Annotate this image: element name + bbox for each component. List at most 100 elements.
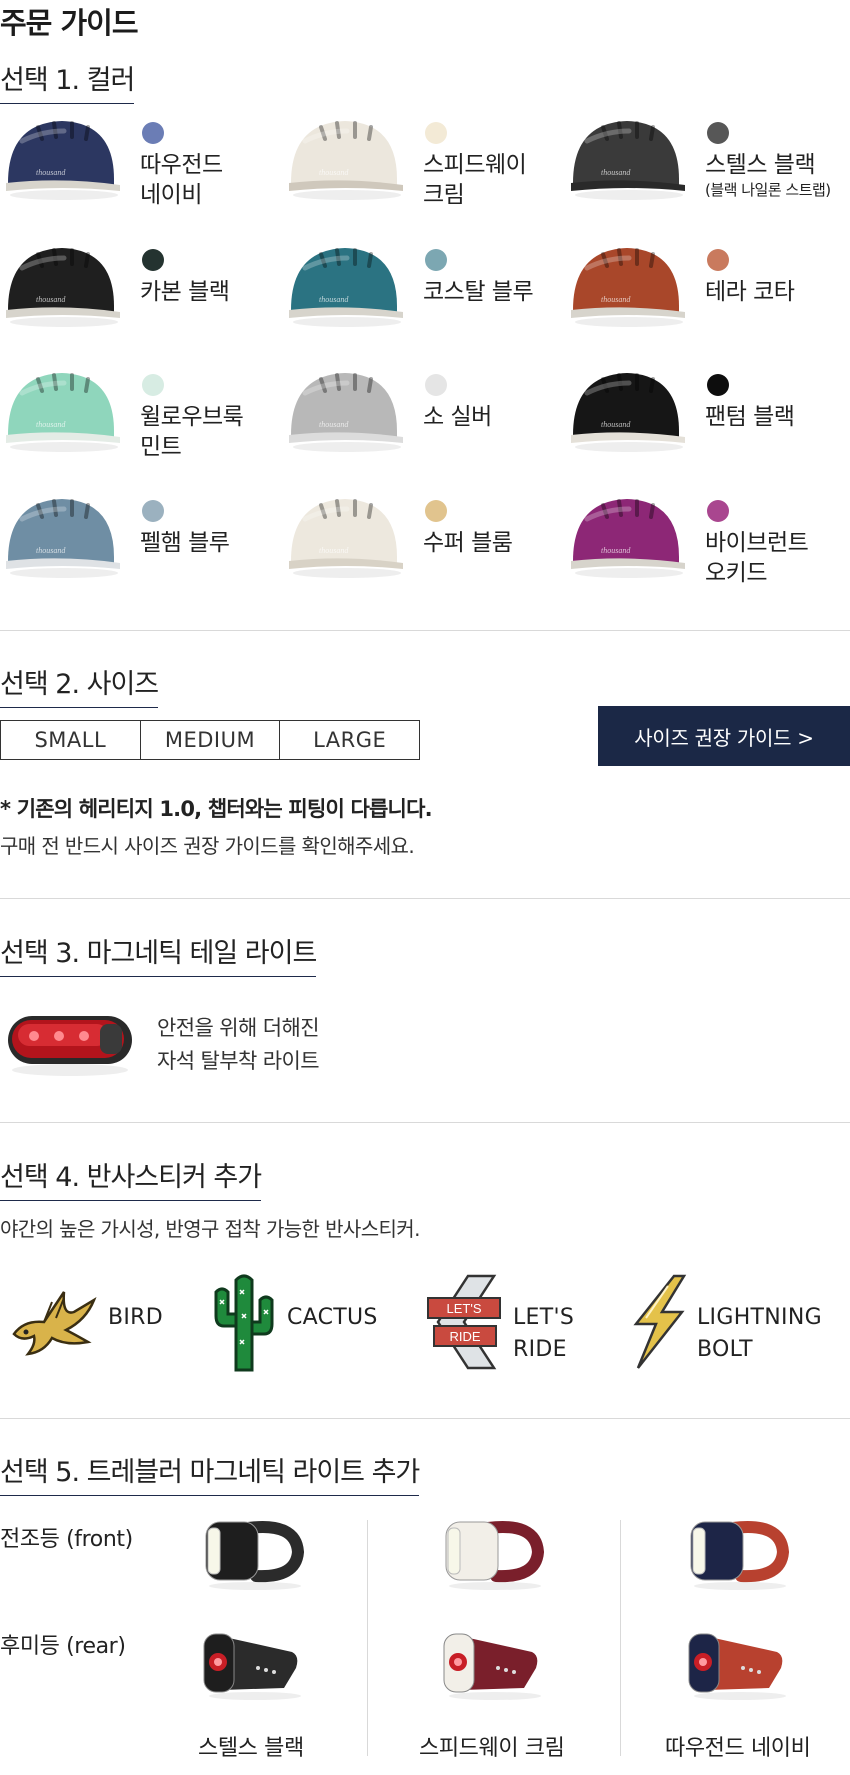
tail-light-image: [8, 1016, 132, 1076]
front-light-image: [440, 1512, 550, 1596]
color-swatch[interactable]: [425, 122, 447, 144]
svg-text:thousand: thousand: [601, 295, 631, 304]
fitting-note-bold: * 기존의 헤리티지 1.0, 챕터와는 피팅이 다릅니다.: [0, 797, 433, 821]
size-guide-button[interactable]: 사이즈 권장 가이드 >: [598, 706, 850, 766]
variant-label-thousand-navy: 따우전드 네이비: [665, 1736, 811, 1761]
helmet-image: thousand: [2, 491, 122, 581]
svg-text:thousand: thousand: [601, 546, 631, 555]
color-name-line-1: 소 실버: [423, 404, 492, 430]
color-swatch[interactable]: [707, 122, 729, 144]
color-name-line-2: 민트: [140, 434, 182, 460]
color-name: 팬텀 블랙: [705, 402, 795, 432]
sticker-label-bird: BIRD: [108, 1305, 164, 1330]
section-2-title: 선택 2. 사이즈: [0, 662, 159, 708]
helmet-image: thousand: [2, 113, 122, 203]
helmet-image: thousand: [567, 113, 687, 203]
lets-ride-text-1: LET'S: [447, 1301, 482, 1316]
color-swatch[interactable]: [707, 249, 729, 271]
section-5-title: 선택 5. 트레블러 마그네틱 라이트 추가: [0, 1450, 420, 1496]
color-name-line-1: 테라 코타: [705, 279, 795, 305]
color-name-line-1: 카본 블랙: [140, 279, 230, 305]
tail-light-desc-2: 자석 탈부착 라이트: [157, 1049, 320, 1073]
rear-light-label: 후미등 (rear): [0, 1634, 126, 1659]
sticker-label-lets-ride: LET'S RIDE: [513, 1305, 575, 1362]
section-1-title: 선택 1. 컬러: [0, 58, 135, 104]
color-name: 수퍼 블룸: [423, 528, 513, 558]
svg-text:thousand: thousand: [319, 546, 349, 555]
color-name-line-2: 크림: [423, 182, 465, 208]
color-name-line-1: 수퍼 블룸: [423, 530, 513, 556]
fitting-note: 구매 전 반드시 사이즈 권장 가이드를 확인해주세요.: [0, 834, 415, 858]
rear-light-image: [440, 1622, 550, 1706]
svg-text:thousand: thousand: [601, 168, 631, 177]
helmet-image: thousand: [2, 365, 122, 455]
tail-light-desc-1: 안전을 위해 더해진: [157, 1016, 320, 1040]
rear-light-image: [685, 1622, 795, 1706]
lightning-bolt-sticker-icon: [633, 1274, 687, 1369]
bird-sticker-icon: [12, 1291, 97, 1356]
lets-ride-sticker-icon: LET'S RIDE: [427, 1274, 501, 1370]
front-light-image: [685, 1512, 795, 1596]
sticker-label-lightning: LIGHTNING BOLT: [697, 1305, 822, 1362]
color-name-line-2: 네이비: [140, 182, 202, 208]
svg-text:thousand: thousand: [36, 546, 66, 555]
color-name-line-1: 스피드웨이: [423, 152, 527, 178]
color-name: 스피드웨이크림: [423, 150, 527, 210]
helmet-image: thousand: [567, 491, 687, 581]
divider: [0, 1122, 850, 1123]
color-swatch[interactable]: [142, 122, 164, 144]
variant-label-stealth-black: 스텔스 블랙: [198, 1736, 304, 1761]
color-name-note: (블랙 나일론 스트랩): [705, 181, 831, 199]
sticker-desc: 야간의 높은 가시성, 반영구 접착 가능한 반사스티커.: [0, 1217, 420, 1241]
color-name: 바이브런트 오키드: [705, 528, 809, 588]
color-name-line-1: 윌로우브룩: [140, 404, 244, 430]
helmet-image: thousand: [567, 365, 687, 455]
color-name: 테라 코타: [705, 277, 795, 307]
color-swatch[interactable]: [425, 500, 447, 522]
helmet-image: thousand: [567, 240, 687, 330]
variant-label-speedway-cream: 스피드웨이 크림: [419, 1736, 565, 1761]
svg-text:thousand: thousand: [36, 420, 66, 429]
helmet-image: thousand: [285, 113, 405, 203]
color-name-line-1: 따우전드: [140, 152, 223, 178]
color-swatch[interactable]: [707, 374, 729, 396]
helmet-image: thousand: [2, 240, 122, 330]
color-name: 스텔스 블랙 (블랙 나일론 스트랩): [705, 150, 831, 200]
color-name: 코스탈 블루: [423, 277, 534, 307]
column-divider: [367, 1520, 368, 1756]
color-name-line-1: 팬텀 블랙: [705, 404, 795, 430]
color-swatch[interactable]: [142, 249, 164, 271]
svg-text:thousand: thousand: [319, 168, 349, 177]
helmet-image: thousand: [285, 491, 405, 581]
section-3-title: 선택 3. 마그네틱 테일 라이트: [0, 931, 317, 977]
lets-ride-text-2: RIDE: [449, 1329, 480, 1344]
section-4-title: 선택 4. 반사스티커 추가: [0, 1155, 262, 1201]
color-swatch[interactable]: [142, 374, 164, 396]
cactus-sticker-icon: [214, 1274, 274, 1372]
color-name-line-1: 스텔스 블랙: [705, 152, 816, 178]
page-title: 주문 가이드: [0, 6, 138, 40]
svg-text:thousand: thousand: [319, 295, 349, 304]
size-option-large[interactable]: LARGE: [280, 721, 419, 759]
divider: [0, 898, 850, 899]
color-name: 따우전드네이비: [140, 150, 223, 210]
svg-text:thousand: thousand: [319, 420, 349, 429]
color-swatch[interactable]: [142, 500, 164, 522]
svg-text:thousand: thousand: [601, 420, 631, 429]
sticker-label-cactus: CACTUS: [287, 1305, 378, 1330]
size-option-small[interactable]: SMALL: [1, 721, 141, 759]
color-swatch[interactable]: [425, 249, 447, 271]
color-name-line-1: 펠햄 블루: [140, 530, 230, 556]
size-option-medium[interactable]: MEDIUM: [141, 721, 281, 759]
helmet-image: thousand: [285, 240, 405, 330]
color-name-line-1: 코스탈 블루: [423, 279, 534, 305]
helmet-image: thousand: [285, 365, 405, 455]
svg-text:thousand: thousand: [36, 295, 66, 304]
color-name: 윌로우브룩민트: [140, 402, 244, 462]
color-name: 펠햄 블루: [140, 528, 230, 558]
color-swatch[interactable]: [425, 374, 447, 396]
color-swatch[interactable]: [707, 500, 729, 522]
rear-light-image: [200, 1622, 310, 1706]
column-divider: [620, 1520, 621, 1756]
size-selector: SMALL MEDIUM LARGE: [0, 720, 420, 760]
